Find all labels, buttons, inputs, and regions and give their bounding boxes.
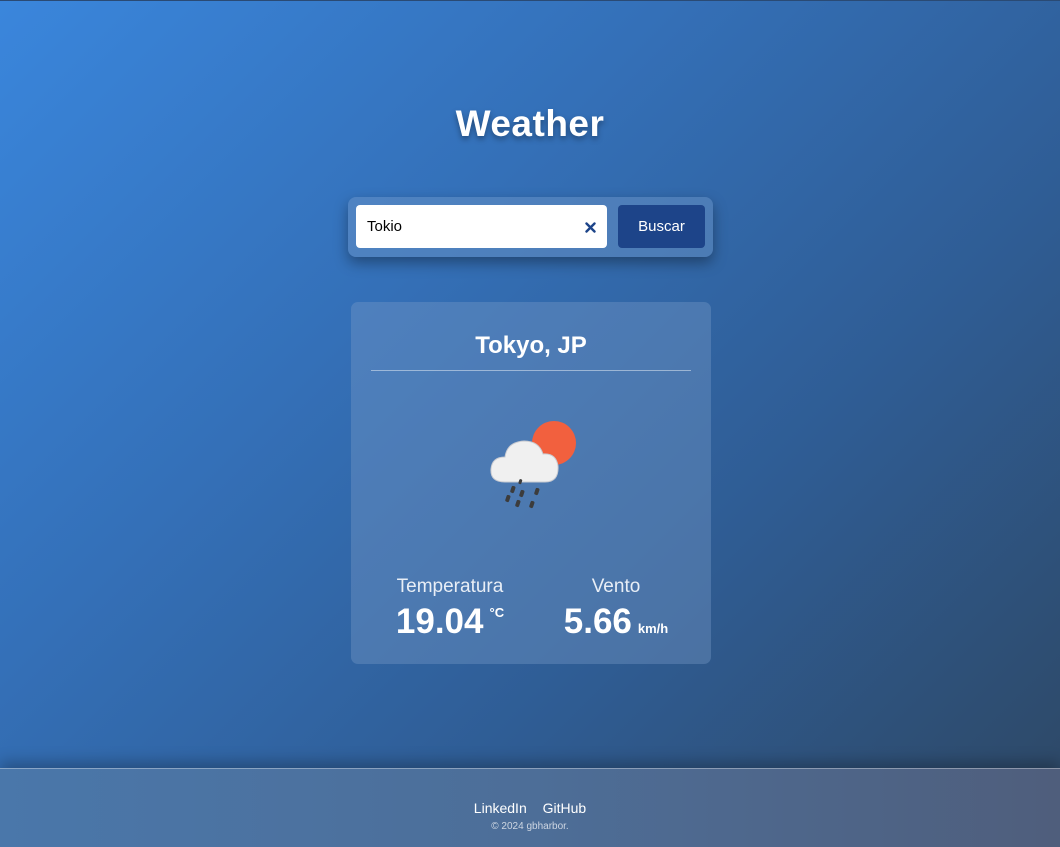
temperature-label: Temperatura	[396, 576, 504, 597]
page-footer: LinkedIn GitHub © 2024 gbharbor.	[0, 768, 1060, 847]
page-title: Weather	[455, 103, 605, 144]
temperature-stat: Temperatura 19.04 °C	[375, 576, 525, 642]
linkedin-link[interactable]: LinkedIn	[474, 800, 527, 816]
search-button[interactable]: Buscar	[618, 205, 705, 248]
github-link[interactable]: GitHub	[543, 800, 587, 816]
card-divider	[371, 370, 691, 371]
wind-stat: Vento 5.66 km/h	[541, 576, 691, 642]
footer-links: LinkedIn GitHub	[0, 800, 1060, 816]
top-border	[0, 0, 1060, 1]
wind-unit: km/h	[637, 621, 669, 636]
rain-cloud-sun-icon	[490, 421, 576, 509]
temperature-value-row: 19.04 °C	[375, 602, 525, 642]
temperature-value: 19.04	[395, 602, 484, 641]
copyright-text: © 2024 gbharbor.	[491, 821, 569, 832]
wind-value-row: 5.66 km/h	[541, 602, 691, 642]
close-icon	[584, 221, 596, 233]
clear-search-button[interactable]	[579, 216, 601, 238]
wind-value: 5.66	[563, 602, 632, 641]
search-input-wrapper	[356, 205, 607, 248]
search-bar: Buscar	[348, 197, 713, 257]
search-input[interactable]	[356, 205, 571, 248]
temperature-unit: °C	[489, 605, 505, 620]
weather-card: Tokyo, JP Temperatura 19.04 °C Vento 5.66…	[351, 302, 711, 664]
city-name: Tokyo, JP	[475, 332, 587, 359]
wind-label: Vento	[591, 576, 641, 597]
